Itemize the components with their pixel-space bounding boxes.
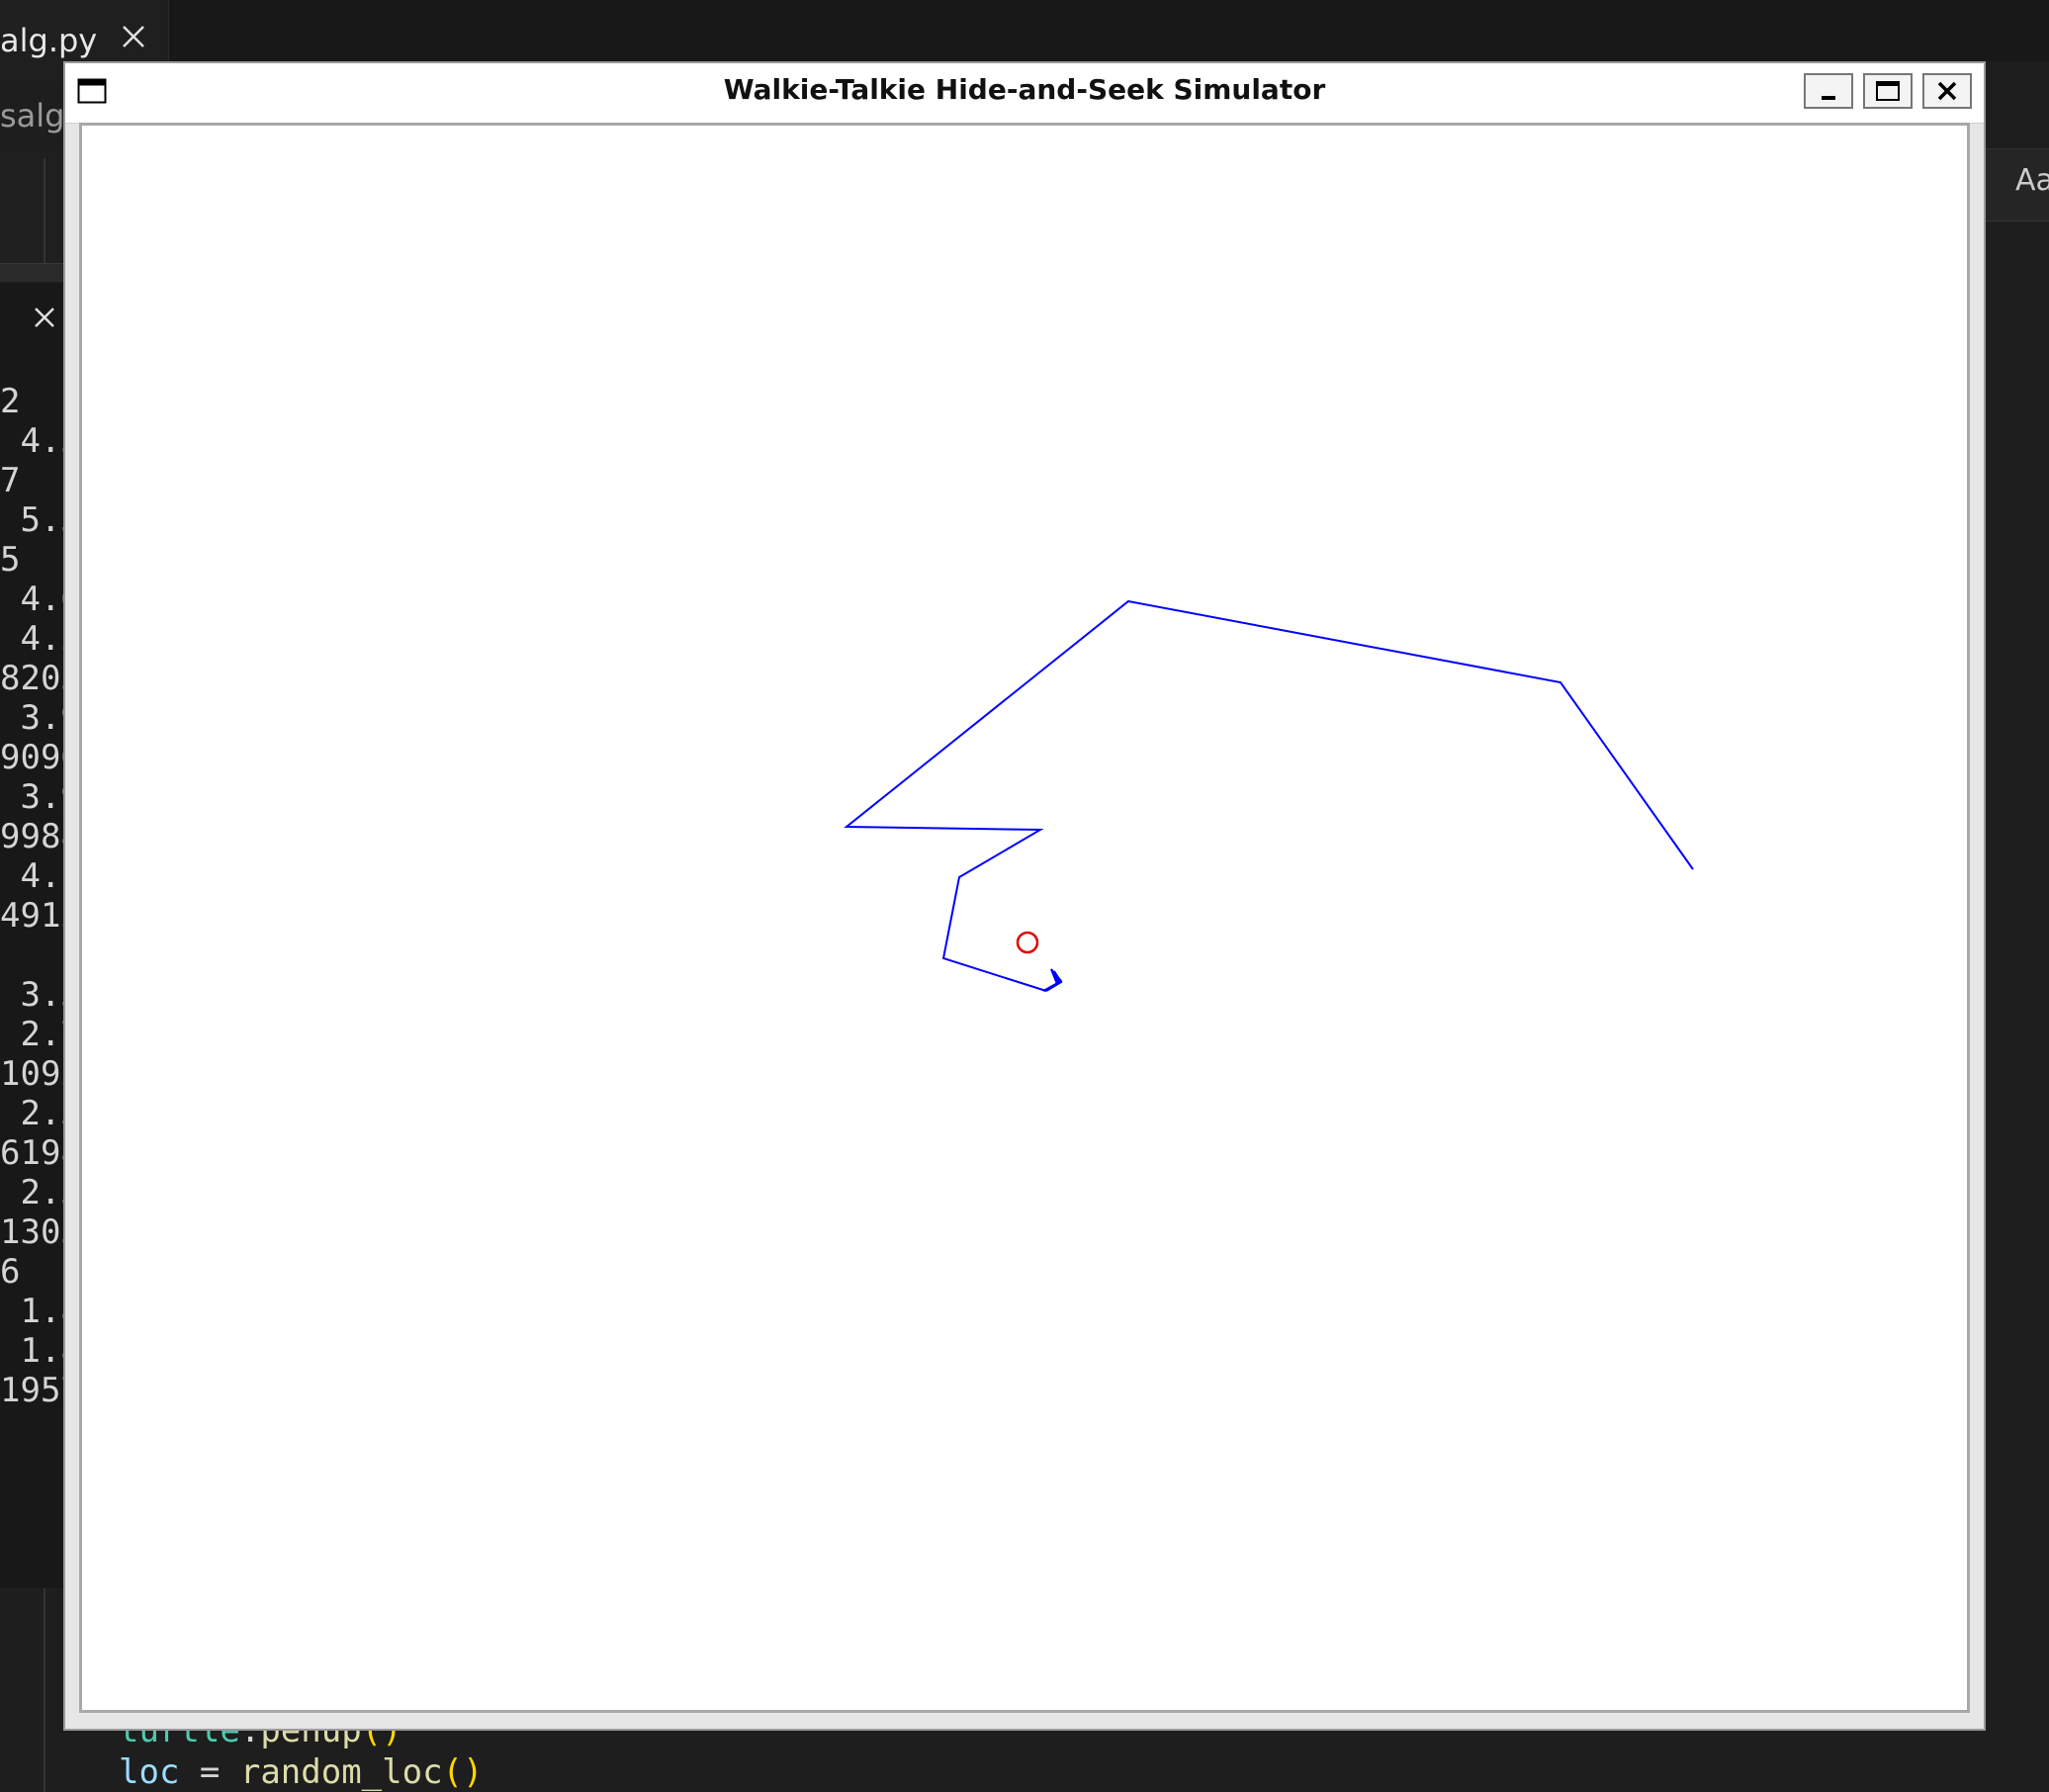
code-token: random_loc — [239, 1752, 443, 1792]
panel-divider[interactable] — [0, 263, 65, 282]
terminal-line: 8205 — [0, 659, 65, 698]
turtle-canvas-frame — [79, 123, 1970, 1713]
terminal-line: 2.3 — [20, 1173, 65, 1212]
terminal-line: 1.8 — [20, 1331, 65, 1371]
terminal-line: 5 — [0, 540, 21, 580]
editor-area — [0, 146, 65, 263]
code-token: () — [442, 1752, 484, 1792]
terminal-output: 2 4.57 5.35 4.6 4.28205 3.99096 3.99988 … — [0, 382, 65, 1410]
terminal-line: 9988 — [0, 817, 65, 856]
terminal-line: 1305 — [0, 1212, 65, 1252]
seeker-path — [844, 599, 1694, 992]
hider-marker — [1016, 931, 1039, 954]
terminal-line: 2.3 — [20, 1094, 65, 1133]
terminal-line: 1.8 — [20, 1292, 65, 1331]
indent-guide — [44, 1588, 45, 1792]
editor-tab-bar — [0, 0, 2049, 61]
terminal-line: 1092 — [0, 1054, 65, 1094]
terminal-line: 4.6 — [20, 580, 65, 619]
window-title: Walkie-Talkie Hide-and-Seek Simulator — [723, 73, 1326, 106]
terminal-line: 9096 — [0, 738, 65, 777]
terminal-line: 2.7 — [20, 1015, 65, 1054]
terminal-line: 6198 — [0, 1133, 65, 1173]
terminal-line: 4.2 — [20, 619, 65, 659]
minimize-icon — [1822, 96, 1835, 100]
minimize-button[interactable] — [1804, 73, 1853, 109]
breadcrumb-text: salg. — [0, 97, 65, 134]
code-token: loc — [119, 1752, 180, 1792]
maximize-icon — [1876, 81, 1900, 101]
editor-area-right — [1986, 61, 2049, 1792]
terminal-line: 3.9 — [20, 698, 65, 738]
tab-close-icon[interactable] — [117, 20, 150, 53]
terminal-line: 1957 — [0, 1371, 65, 1410]
breadcrumb[interactable]: salg. — [0, 85, 65, 146]
terminal-line: 4912 — [0, 896, 65, 936]
terminal-line: 3.3 — [20, 975, 65, 1015]
terminal-panel: 2 4.57 5.35 4.6 4.28205 3.99096 3.99988 … — [0, 283, 65, 1588]
indent-guide — [44, 158, 45, 267]
maximize-button[interactable] — [1863, 73, 1913, 109]
close-panel-icon[interactable] — [30, 303, 59, 332]
terminal-line: 4.5 — [20, 421, 65, 461]
terminal-line: 3.9 — [20, 777, 65, 817]
terminal-line: 7 — [0, 461, 21, 500]
window-titlebar[interactable]: Walkie-Talkie Hide-and-Seek Simulator — [65, 63, 1984, 124]
code-line: loc = random_loc() — [119, 1752, 484, 1792]
editor-tab-label: alg.py — [0, 22, 98, 59]
terminal-line: 5.3 — [20, 500, 65, 540]
code-token: = — [179, 1752, 240, 1792]
terminal-line: 4.1 — [20, 856, 65, 896]
turtle-window: Walkie-Talkie Hide-and-Seek Simulator — [63, 61, 1986, 1731]
terminal-line: 2 — [0, 382, 21, 421]
terminal-line: 6 — [0, 1252, 21, 1292]
match-case-toggle[interactable]: Aa — [2015, 163, 2049, 198]
turtle-canvas[interactable] — [82, 126, 1967, 1710]
close-icon — [1937, 81, 1957, 101]
find-widget: Aa — [1986, 148, 2049, 222]
close-button[interactable] — [1922, 73, 1972, 109]
